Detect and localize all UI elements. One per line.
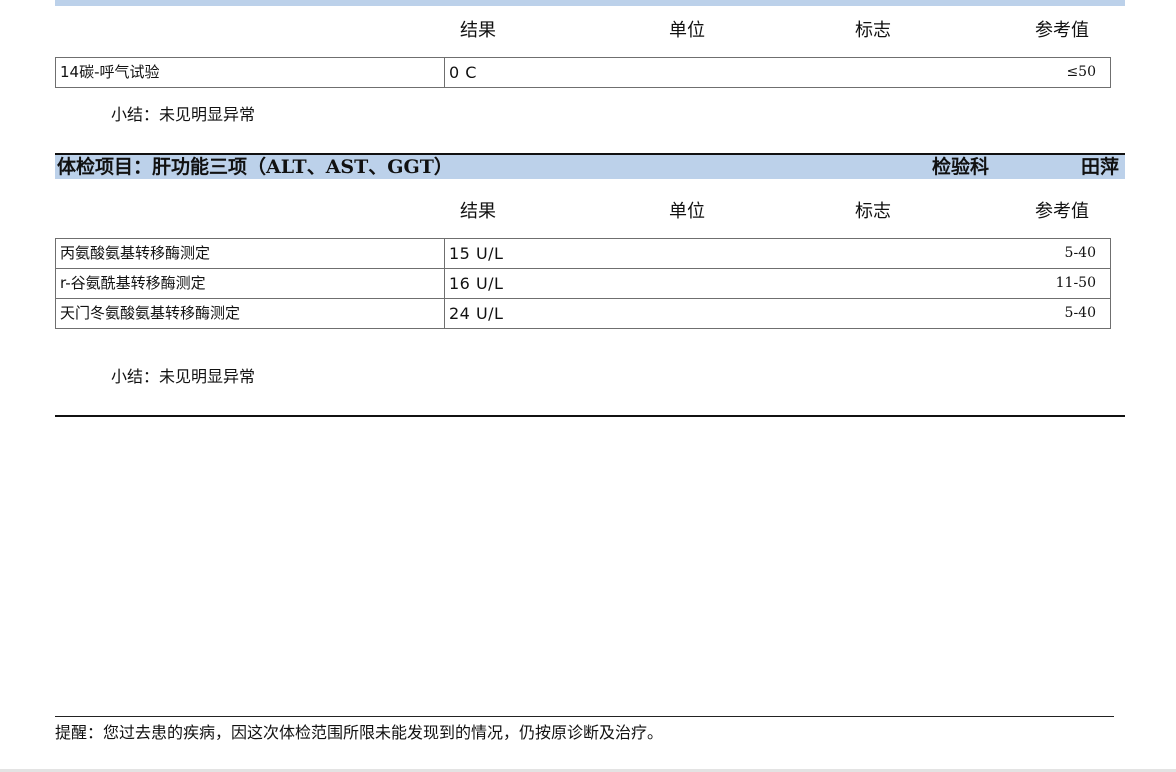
item-ref: 5-40 (777, 238, 1111, 269)
column-header-row: 结果 单位 标志 参考值 (55, 17, 1125, 45)
item-value: 15 U/L (444, 238, 778, 269)
table-row: 14碳-呼气试验 0 C ≤50 (55, 57, 1111, 88)
column-flag: 标志 (855, 201, 891, 222)
item-ref: 5-40 (777, 298, 1111, 329)
item-ref: 11-50 (777, 268, 1111, 299)
section-summary: 小结：未见明显异常 (111, 367, 256, 386)
column-unit: 单位 (669, 20, 705, 41)
section-header-partial (55, 0, 1125, 6)
column-header-row: 结果 单位 标志 参考值 (55, 198, 1125, 226)
section-doctor: 田萍 (1080, 156, 1119, 178)
section-header: 体检项目：肝功能三项（ALT、AST、GGT） 检验科 田萍 (55, 153, 1125, 179)
section-summary: 小结：未见明显异常 (111, 105, 256, 124)
column-result: 结果 (460, 20, 496, 41)
item-value: 16 U/L (444, 268, 778, 299)
item-value: 24 U/L (444, 298, 778, 329)
item-value: 0 C (444, 57, 778, 88)
footer-divider (55, 716, 1114, 717)
item-ref: ≤50 (777, 57, 1111, 88)
column-ref: 参考值 (1035, 201, 1089, 222)
report-page: 结果 单位 标志 参考值 14碳-呼气试验 0 C ≤50 小结：未见明显异常 … (0, 0, 1176, 772)
table-row: 丙氨酸氨基转移酶测定 15 U/L 5-40 (55, 238, 1111, 269)
section-end-rule (55, 415, 1125, 417)
results-table: 丙氨酸氨基转移酶测定 15 U/L 5-40 r-谷氨酰基转移酶测定 16 U/… (55, 238, 1111, 329)
item-name: r-谷氨酰基转移酶测定 (55, 268, 445, 299)
item-name: 天门冬氨酸氨基转移酶测定 (55, 298, 445, 329)
section-title: 体检项目：肝功能三项（ALT、AST、GGT） (57, 156, 453, 178)
item-name: 丙氨酸氨基转移酶测定 (55, 238, 445, 269)
table-row: 天门冬氨酸氨基转移酶测定 24 U/L 5-40 (55, 298, 1111, 329)
column-result: 结果 (460, 201, 496, 222)
column-unit: 单位 (669, 201, 705, 222)
section-dept: 检验科 (932, 156, 990, 178)
column-ref: 参考值 (1035, 20, 1089, 41)
item-name: 14碳-呼气试验 (55, 57, 445, 88)
results-table: 14碳-呼气试验 0 C ≤50 (55, 57, 1111, 88)
footer-reminder: 提醒：您过去患的疾病，因这次体检范围所限未能发现到的情况，仍按原诊断及治疗。 (55, 723, 664, 742)
table-row: r-谷氨酰基转移酶测定 16 U/L 11-50 (55, 268, 1111, 299)
column-flag: 标志 (855, 20, 891, 41)
